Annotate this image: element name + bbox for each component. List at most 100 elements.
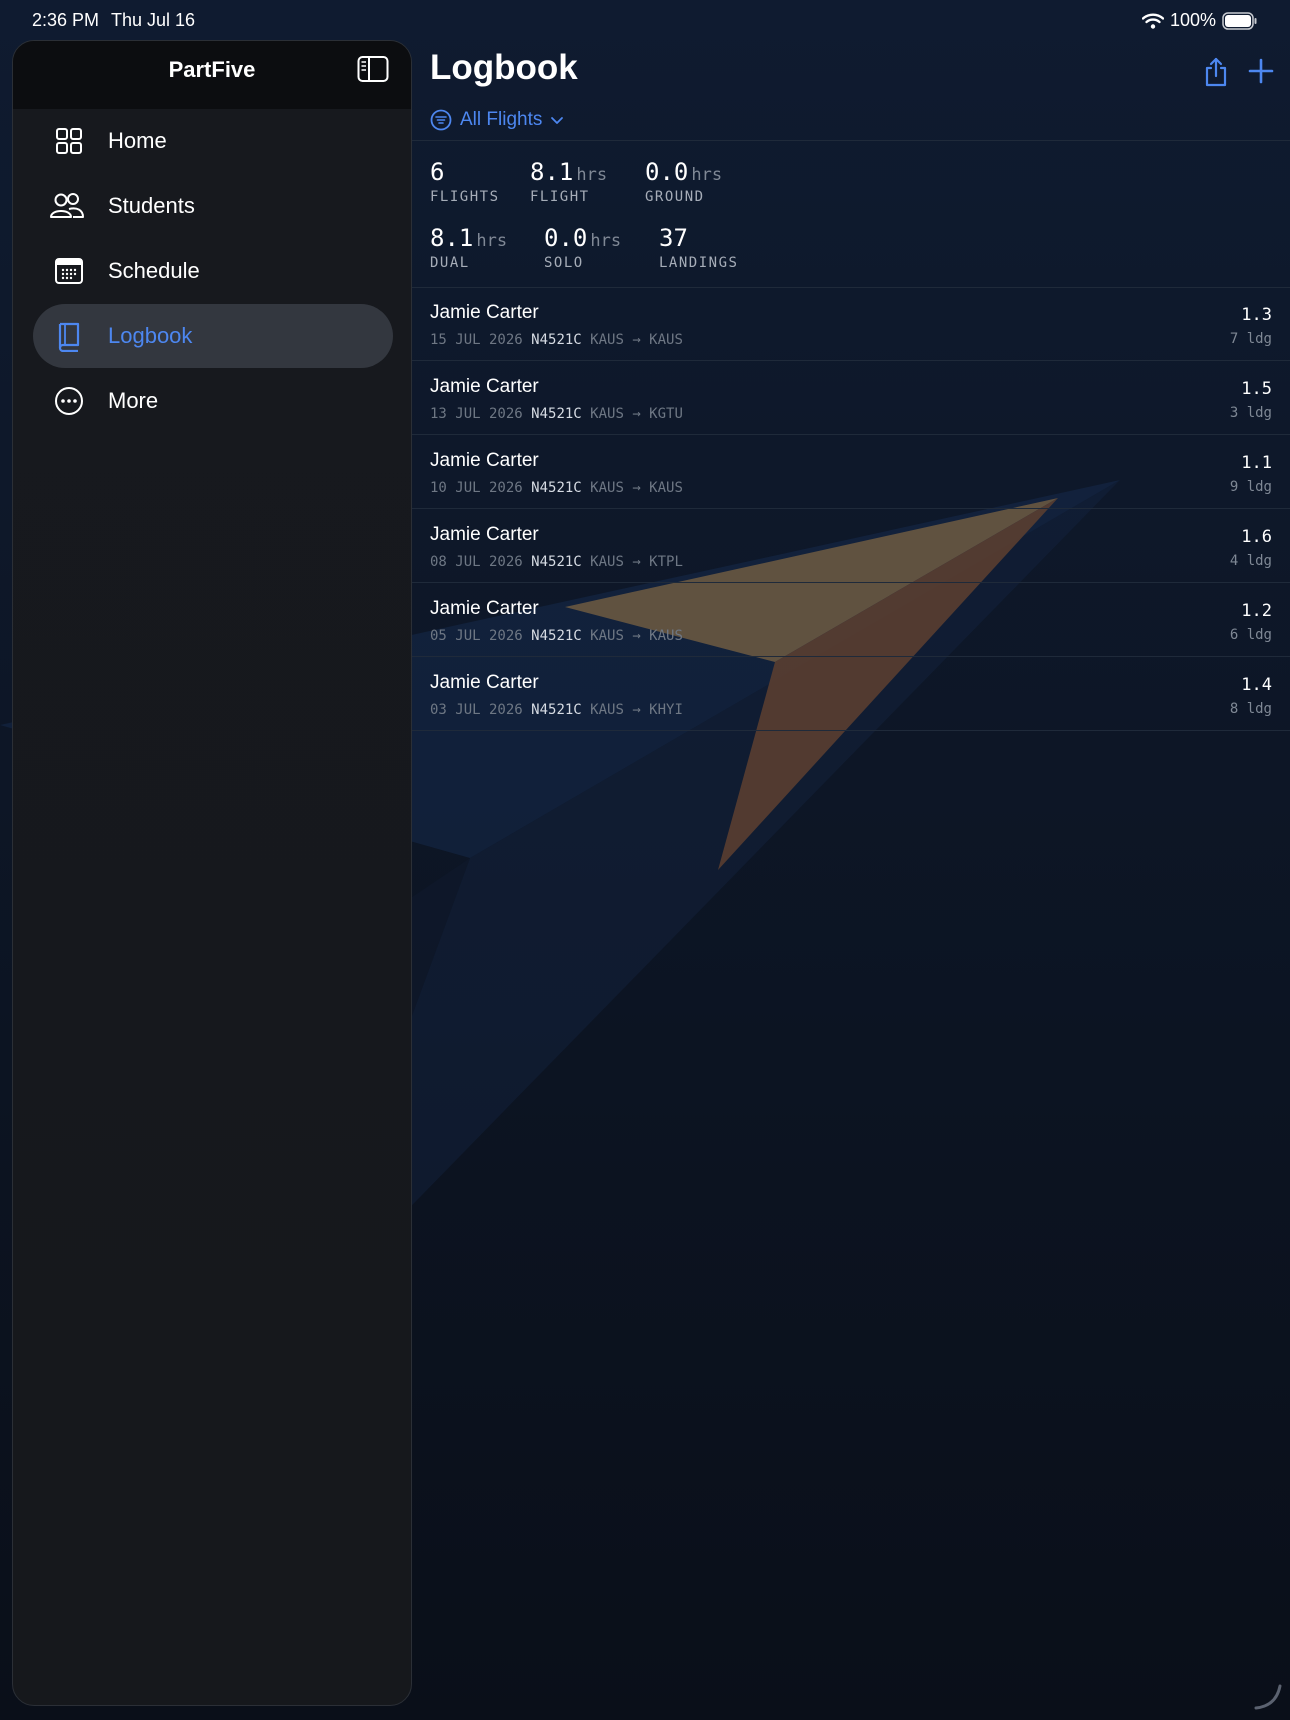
tail-number: N4521C [531, 554, 582, 570]
grid-icon [56, 128, 82, 154]
divider [412, 140, 1290, 141]
chevron-down-icon [551, 117, 564, 124]
filter-icon [430, 109, 452, 131]
wifi-icon [1141, 13, 1164, 29]
stat-label: DUAL [430, 255, 470, 271]
sidebar-item-home[interactable]: Home [33, 109, 393, 173]
sidebar-item-label: Schedule [108, 258, 200, 283]
flight-route: KAUS → KGTU [590, 406, 683, 422]
stat-label: FLIGHT [530, 189, 590, 205]
stat-unit: hrs [590, 231, 622, 251]
book-icon [58, 322, 80, 352]
share-icon[interactable] [1202, 56, 1230, 88]
sidebar-item-students[interactable]: Students [33, 174, 393, 238]
flight-date: 13 JUL 2026 [430, 406, 523, 422]
stat-label: GROUND [645, 189, 705, 205]
stat-unit: hrs [576, 165, 608, 185]
flight-route: KAUS → KTPL [590, 554, 683, 570]
stat-value: 8.1 [430, 224, 474, 252]
stat-label: LANDINGS [659, 255, 739, 271]
more-icon [55, 387, 83, 415]
pilot-name: Jamie Carter [430, 450, 539, 471]
tail-number: N4521C [531, 628, 582, 644]
filter-dropdown[interactable]: All Flights [430, 106, 564, 134]
tail-number: N4521C [531, 406, 582, 422]
battery-icon [1222, 11, 1257, 30]
stat-value: 8.1 [530, 158, 574, 186]
stat-flights: 6 FLIGHTS [430, 158, 500, 205]
sidebar-item-label: More [108, 388, 159, 413]
flight-meta: 15 JUL 2026 N4521C KAUS → KAUS [430, 332, 683, 348]
flight-meta: 05 JUL 2026 N4521C KAUS → KAUS [430, 628, 683, 644]
flight-hours: 1.3 [1241, 305, 1272, 325]
add-icon[interactable] [1248, 58, 1274, 84]
status-time: 2:36 PM [32, 10, 100, 30]
sidebar-item-more[interactable]: More [33, 369, 393, 433]
flight-route: KAUS → KAUS [590, 480, 683, 496]
battery-percentage: 100% [1169, 10, 1216, 30]
sidebar-item-schedule[interactable]: Schedule [33, 239, 393, 303]
stat-landings: 37 LANDINGS [659, 224, 738, 271]
stat-flight-hours: 8.1 hrs FLIGHT [530, 158, 607, 205]
pilot-name: Jamie Carter [430, 524, 539, 545]
flight-date: 10 JUL 2026 [430, 480, 523, 496]
flight-meta: 10 JUL 2026 N4521C KAUS → KAUS [430, 480, 683, 496]
flight-hours: 1.2 [1241, 601, 1272, 621]
stat-value: 37 [659, 224, 688, 252]
flight-route: KAUS → KHYI [590, 702, 683, 718]
stat-value: 6 [430, 158, 445, 186]
flight-route: KAUS → KAUS [590, 332, 683, 348]
flight-row[interactable]: Jamie Carter 08 JUL 2026 N4521C KAUS → K… [412, 510, 1290, 583]
flight-landings: 3 ldg [1229, 405, 1272, 421]
sidebar: PartFive Home Students Schedule Logbook … [12, 40, 412, 1706]
stat-label: FLIGHTS [430, 189, 500, 205]
sidebar-toggle-icon[interactable] [357, 55, 389, 83]
sidebar-item-label: Students [108, 193, 195, 218]
flight-row[interactable]: Jamie Carter 15 JUL 2026 N4521C KAUS → K… [412, 288, 1290, 361]
stat-ground-hours: 0.0 hrs GROUND [645, 158, 722, 205]
flight-route: KAUS → KAUS [590, 628, 683, 644]
flight-date: 05 JUL 2026 [430, 628, 523, 644]
tail-number: N4521C [531, 480, 582, 496]
status-indicators: 100% [1141, 10, 1258, 31]
stat-value: 0.0 [645, 158, 689, 186]
sidebar-item-label: Logbook [108, 323, 193, 348]
flight-date: 08 JUL 2026 [430, 554, 523, 570]
resize-handle-icon[interactable] [1252, 1680, 1284, 1712]
app-title: PartFive [168, 57, 256, 82]
flight-row[interactable]: Jamie Carter 05 JUL 2026 N4521C KAUS → K… [412, 584, 1290, 657]
sidebar-header: PartFive [13, 41, 411, 109]
pilot-name: Jamie Carter [430, 598, 539, 619]
stat-unit: hrs [476, 231, 508, 251]
pilot-name: Jamie Carter [430, 672, 539, 693]
sidebar-item-label: Home [108, 128, 167, 153]
flight-landings: 8 ldg [1229, 701, 1272, 717]
stat-label: SOLO [544, 255, 584, 271]
tail-number: N4521C [531, 332, 582, 348]
sidebar-item-logbook[interactable]: Logbook [33, 304, 393, 368]
flight-hours: 1.1 [1241, 453, 1272, 473]
stat-dual-hours: 8.1 hrs DUAL [430, 224, 507, 271]
flight-row[interactable]: Jamie Carter 10 JUL 2026 N4521C KAUS → K… [412, 436, 1290, 509]
flight-row[interactable]: Jamie Carter 13 JUL 2026 N4521C KAUS → K… [412, 362, 1290, 435]
people-icon [50, 193, 84, 218]
flight-row[interactable]: Jamie Carter 03 JUL 2026 N4521C KAUS → K… [412, 658, 1290, 731]
flight-meta: 13 JUL 2026 N4521C KAUS → KGTU [430, 406, 683, 422]
pilot-name: Jamie Carter [430, 302, 539, 323]
flight-date: 15 JUL 2026 [430, 332, 523, 348]
flight-date: 03 JUL 2026 [430, 702, 523, 718]
stat-value: 0.0 [544, 224, 588, 252]
page-title: Logbook [430, 48, 578, 87]
status-bar: 2:36 PM Thu Jul 16 100% [0, 0, 1290, 40]
logbook-panel: Logbook All Flights 6 FLIGHTS 8.1 hrs FLI… [412, 40, 1290, 1720]
flight-meta: 03 JUL 2026 N4521C KAUS → KHYI [430, 702, 683, 718]
flight-landings: 6 ldg [1229, 627, 1272, 643]
filter-label: All Flights [460, 109, 543, 130]
stat-unit: hrs [691, 165, 723, 185]
flight-hours: 1.4 [1241, 675, 1272, 695]
calendar-icon [55, 258, 83, 284]
flight-meta: 08 JUL 2026 N4521C KAUS → KTPL [430, 554, 683, 570]
pilot-name: Jamie Carter [430, 376, 539, 397]
flight-landings: 7 ldg [1229, 331, 1272, 347]
flight-hours: 1.6 [1241, 527, 1272, 547]
